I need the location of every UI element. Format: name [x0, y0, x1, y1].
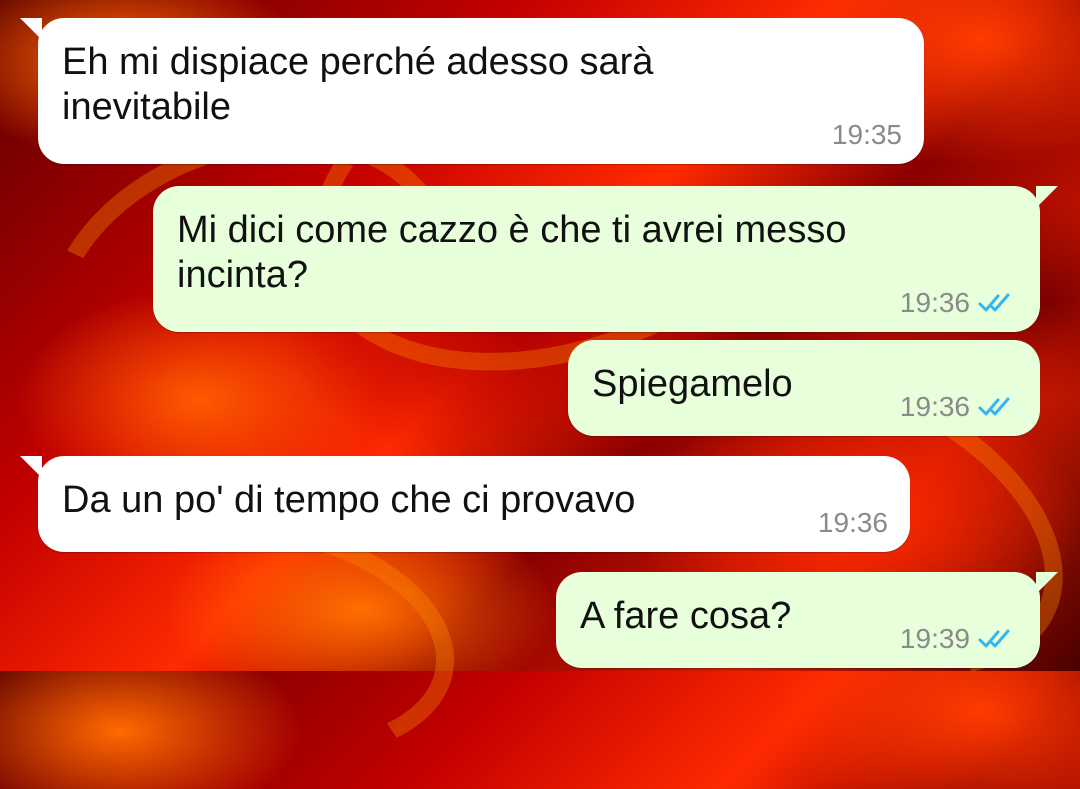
message-meta: 19:36 — [900, 288, 1018, 318]
message-text: Eh mi dispiace perché adesso sarà inevit… — [62, 41, 654, 128]
message-time: 19:36 — [817, 507, 888, 538]
double-check-read-icon — [978, 293, 1010, 312]
message-bubble-incoming[interactable]: Da un po' di tempo che ci provavo 19:36 — [20, 456, 910, 552]
message-text: Da un po' di tempo che ci provavo — [62, 479, 636, 521]
message-time: 19:36 — [899, 287, 970, 318]
double-check-read-icon — [978, 629, 1010, 648]
bubble-tail — [1036, 572, 1058, 594]
message-bubble-outgoing[interactable]: Mi dici come cazzo è che ti avrei messo … — [153, 186, 1058, 332]
message-meta: 19:39 — [900, 624, 1018, 654]
message-meta: 19:36 — [818, 508, 888, 538]
message-time: 19:36 — [899, 391, 970, 422]
message-meta: 19:36 — [900, 392, 1018, 422]
bubble-tail — [20, 18, 42, 40]
message-text: Mi dici come cazzo è che ti avrei messo … — [177, 209, 847, 296]
double-check-read-icon — [978, 397, 1010, 416]
message-time: 19:39 — [899, 623, 970, 654]
message-bubble-outgoing[interactable]: A fare cosa? 19:39 — [556, 572, 1058, 668]
bubble-tail — [1036, 186, 1058, 208]
message-bubble-outgoing[interactable]: Spiegamelo 19:36 — [568, 340, 1040, 436]
message-time: 19:35 — [831, 119, 902, 150]
message-meta: 19:35 — [832, 120, 902, 150]
bubble-tail — [20, 456, 42, 478]
message-bubble-incoming[interactable]: Eh mi dispiace perché adesso sarà inevit… — [20, 18, 924, 164]
